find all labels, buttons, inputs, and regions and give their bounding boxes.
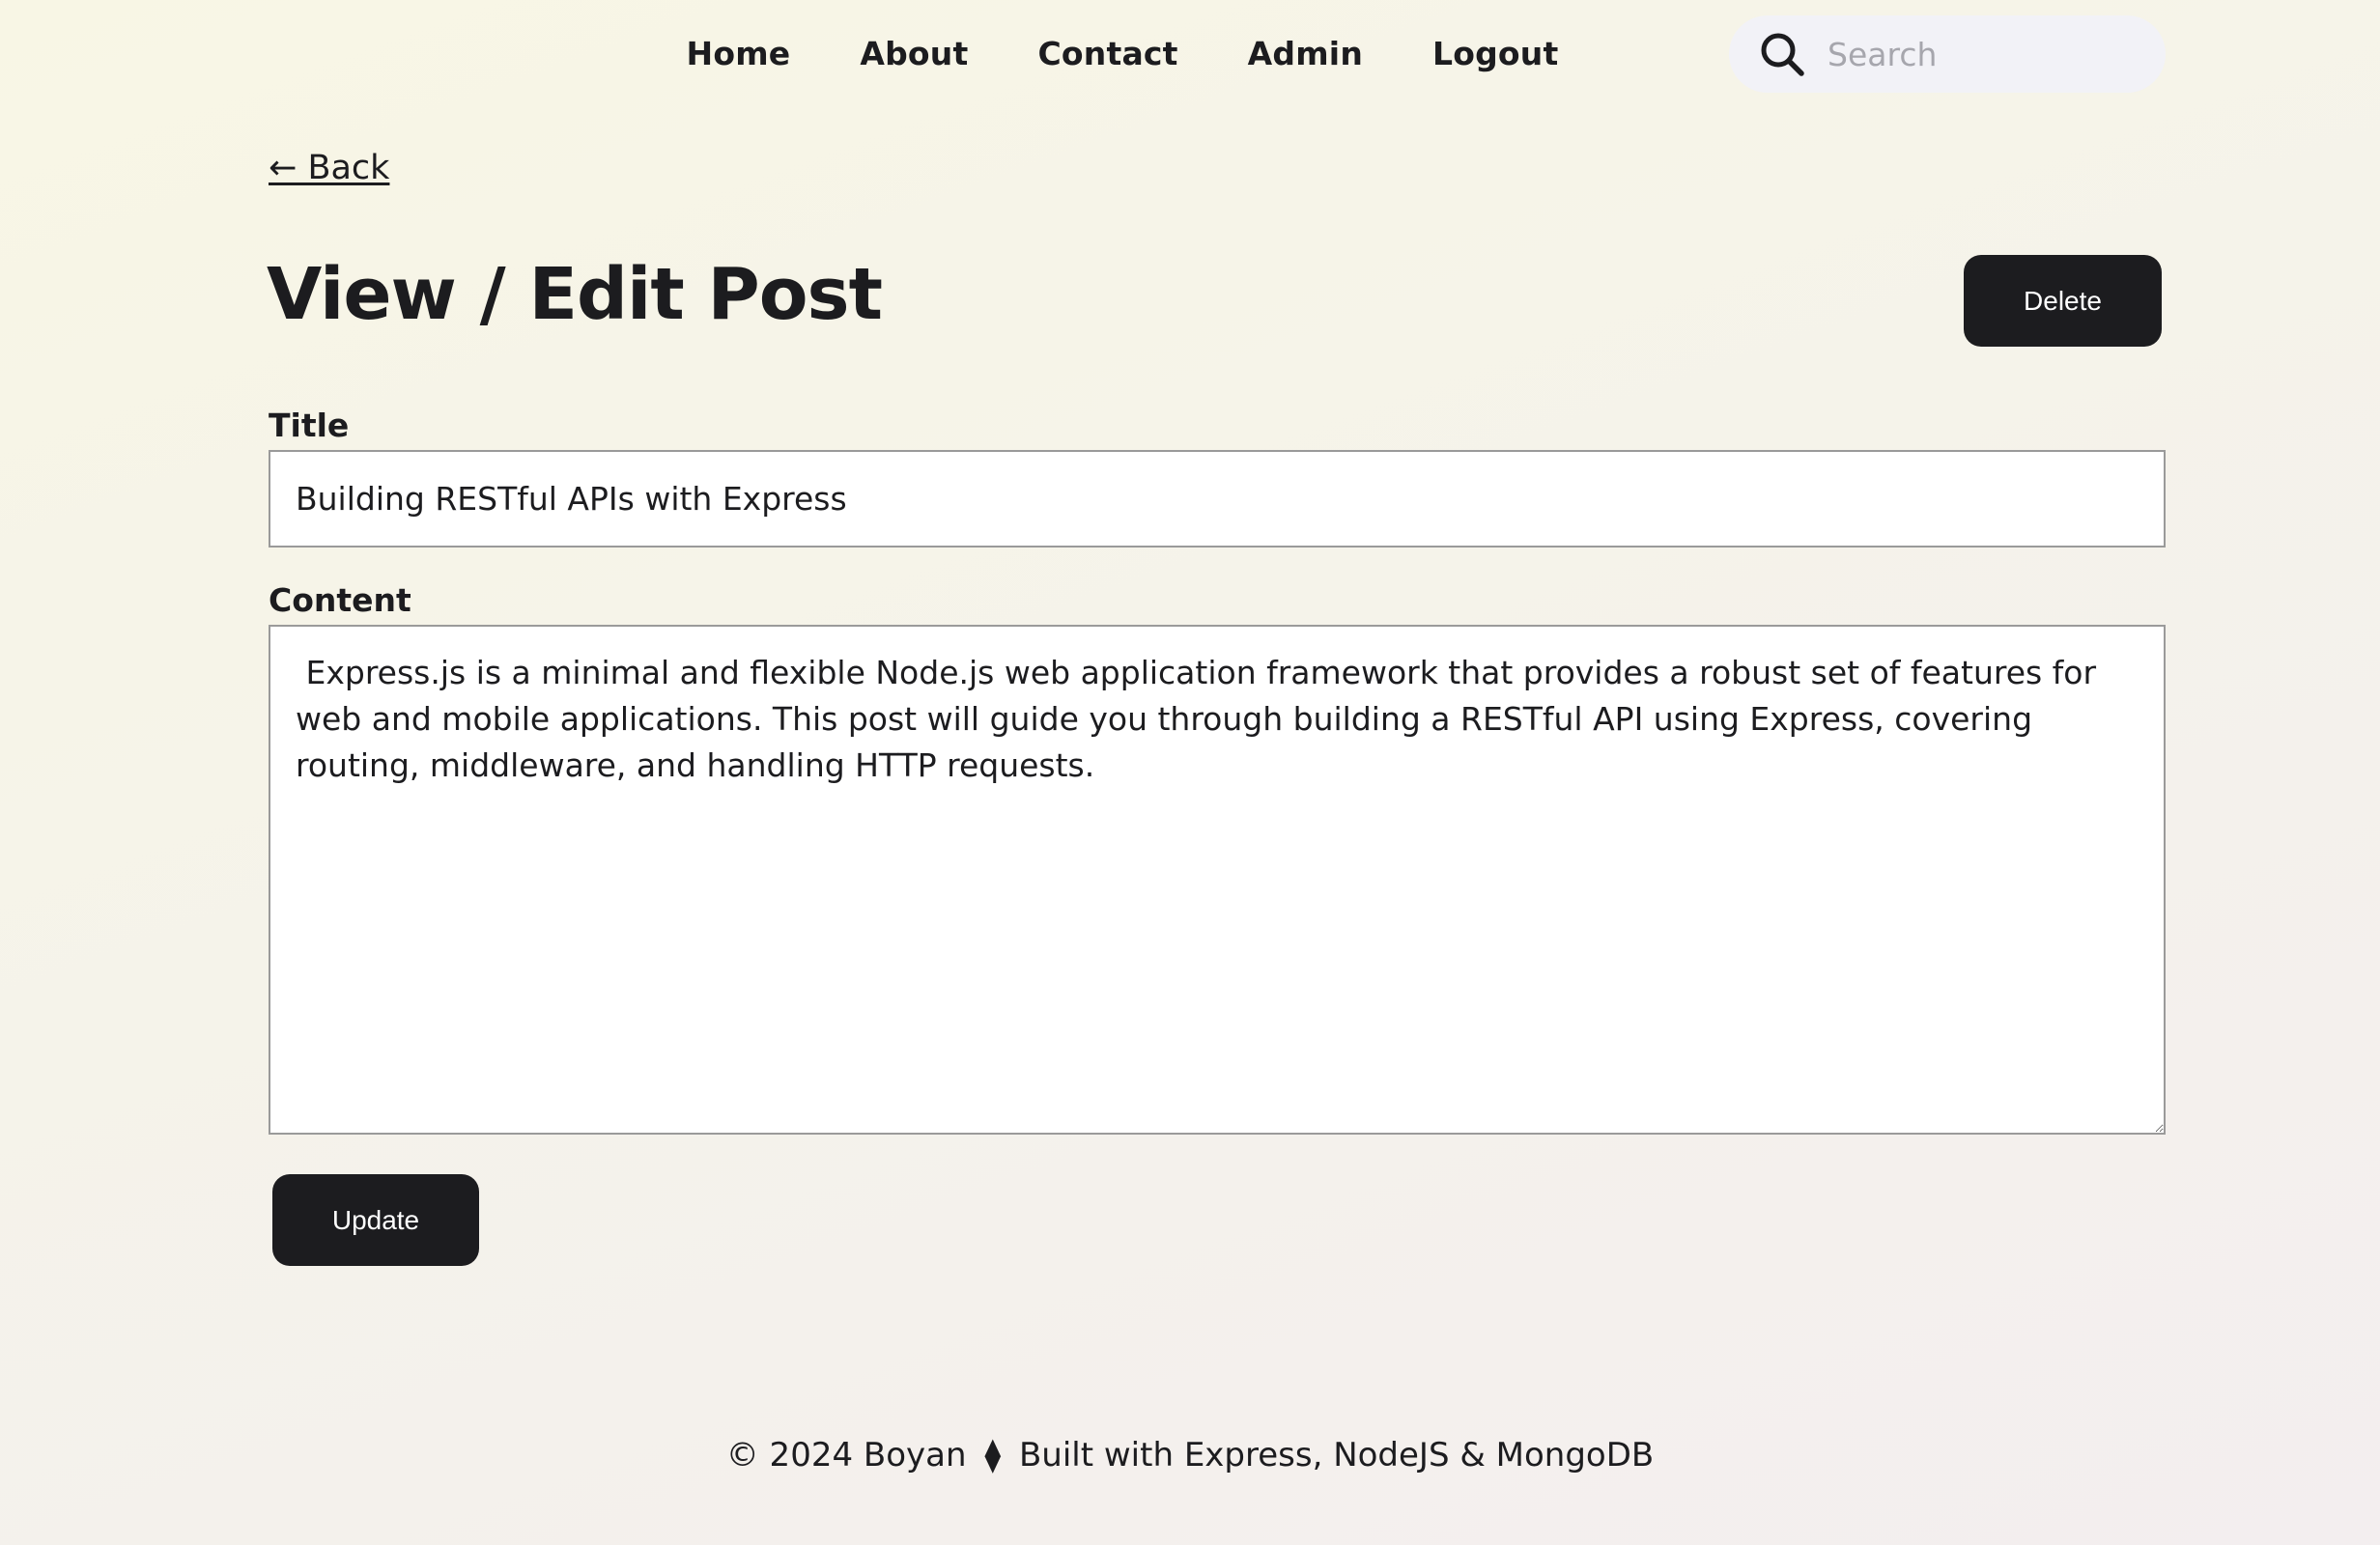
content-label: Content: [269, 581, 411, 619]
back-link[interactable]: ← Back: [269, 149, 389, 187]
nav-link-admin[interactable]: Admin: [1248, 35, 1363, 72]
content-textarea[interactable]: Express.js is a minimal and flexible Nod…: [269, 625, 2166, 1135]
nav-link-logout[interactable]: Logout: [1432, 35, 1558, 72]
title-label: Title: [269, 407, 350, 444]
page-title: View / Edit Post: [267, 253, 883, 336]
search-input[interactable]: [1828, 35, 2137, 73]
delete-button[interactable]: Delete: [1964, 255, 2162, 347]
footer-built-with: Built with Express, NodeJS & MongoDB: [1018, 1436, 1655, 1475]
search-box[interactable]: [1729, 15, 2166, 93]
footer-copyright: © 2024 Boyan: [725, 1436, 967, 1475]
search-icon[interactable]: [1758, 30, 1806, 78]
site-footer: © 2024 Boyan ⧫ Built with Express, NodeJ…: [0, 1436, 2380, 1475]
nav-link-about[interactable]: About: [860, 35, 968, 72]
diamond-icon: ⧫: [984, 1436, 1002, 1475]
nav-link-contact[interactable]: Contact: [1037, 35, 1177, 72]
nav-list: Home About Contact Admin Logout: [687, 35, 1559, 72]
title-input[interactable]: [269, 450, 2166, 548]
update-button[interactable]: Update: [272, 1174, 479, 1266]
nav-link-home[interactable]: Home: [687, 35, 791, 72]
